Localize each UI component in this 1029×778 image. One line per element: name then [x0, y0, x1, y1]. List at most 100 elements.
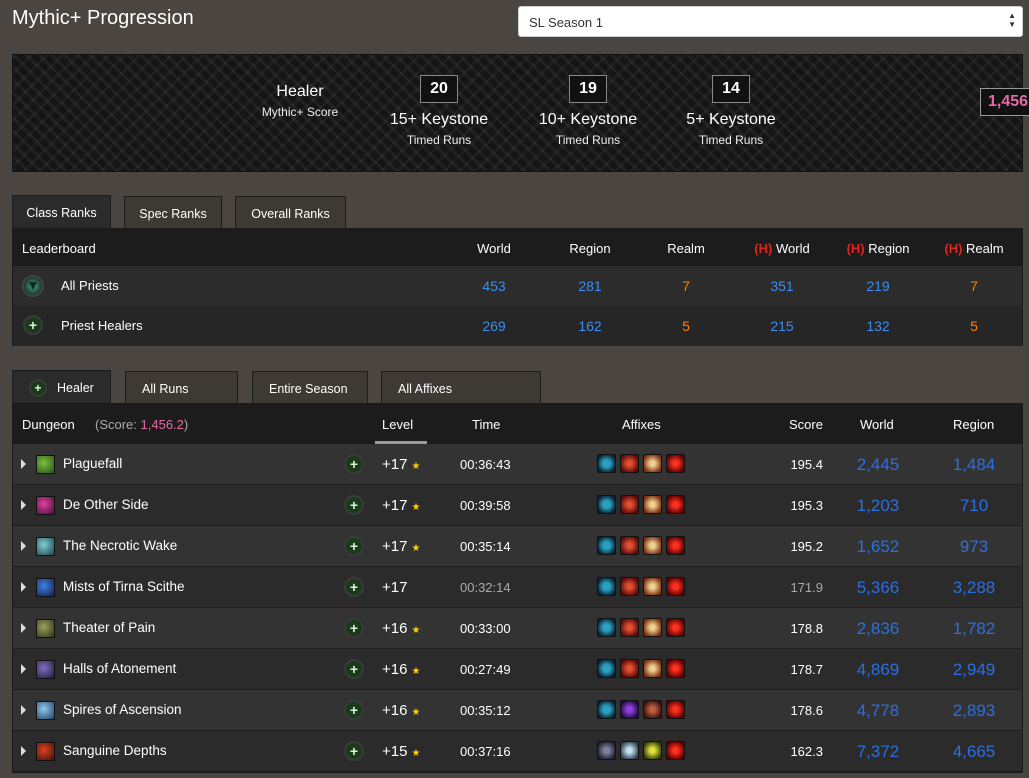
season-select[interactable]: SL Season 1 ▲ ▼	[518, 6, 1023, 37]
table-row[interactable]: Plaguefall + +17 ★ 00:36:43 195.4 2,445 1…	[13, 444, 1022, 485]
tab-all-runs[interactable]: All Runs	[125, 371, 238, 405]
explosive-icon[interactable]	[643, 618, 662, 637]
bolstering-icon[interactable]	[620, 495, 639, 514]
world-rank[interactable]: 4,778	[828, 701, 928, 721]
dungeon-name[interactable]: Plaguefall	[63, 456, 122, 471]
world-rank[interactable]: 269	[444, 318, 544, 334]
awakened-icon[interactable]	[666, 577, 685, 596]
region-rank[interactable]: 2,949	[924, 660, 1024, 680]
dungeon-name[interactable]: De Other Side	[63, 497, 149, 512]
world-rank[interactable]: 2,836	[828, 619, 928, 639]
fortified-icon[interactable]	[597, 577, 616, 596]
fortified-icon[interactable]	[597, 454, 616, 473]
tab-class-ranks[interactable]: Class Ranks	[12, 195, 111, 229]
awakened-icon[interactable]	[666, 454, 685, 473]
h-realm-rank[interactable]: 5	[924, 318, 1024, 334]
expand-caret-icon[interactable]	[21, 664, 26, 674]
row-label[interactable]: Priest Healers	[61, 318, 143, 333]
awakened-icon[interactable]	[666, 495, 685, 514]
table-row[interactable]: The Necrotic Wake + +17 ★ 00:35:14 195.2 …	[13, 526, 1022, 567]
row-label[interactable]: All Priests	[61, 278, 119, 293]
explosive-icon[interactable]	[643, 659, 662, 678]
explosive-icon[interactable]	[643, 495, 662, 514]
world-rank[interactable]: 5,366	[828, 578, 928, 598]
header-region[interactable]: Region	[953, 417, 994, 432]
world-rank[interactable]: 453	[444, 278, 544, 294]
world-rank[interactable]: 1,652	[828, 537, 928, 557]
table-row[interactable]: Theater of Pain + +16 ★ 00:33:00 178.8 2,…	[13, 608, 1022, 649]
region-rank[interactable]: 1,484	[924, 455, 1024, 475]
h-realm-rank[interactable]: 7	[924, 278, 1024, 294]
h-world-rank[interactable]: 215	[732, 318, 832, 334]
table-row[interactable]: Spires of Ascension + +16 ★ 00:35:12 178.…	[13, 690, 1022, 731]
tyrannical-icon[interactable]	[597, 741, 616, 760]
dungeon-name[interactable]: Halls of Atonement	[63, 661, 176, 676]
region-rank[interactable]: 281	[540, 278, 640, 294]
dungeon-name[interactable]: The Necrotic Wake	[63, 538, 177, 553]
explosive-icon[interactable]	[643, 536, 662, 555]
dungeon-name[interactable]: Spires of Ascension	[63, 702, 182, 717]
fortified-icon[interactable]	[597, 618, 616, 637]
h-world-rank[interactable]: 351	[732, 278, 832, 294]
expand-caret-icon[interactable]	[21, 582, 26, 592]
tab-entire-season[interactable]: Entire Season	[252, 371, 368, 405]
awakened-icon[interactable]	[666, 700, 685, 719]
bolstering-icon[interactable]	[620, 659, 639, 678]
expand-caret-icon[interactable]	[21, 746, 26, 756]
inspiring-icon[interactable]	[620, 741, 639, 760]
header-time[interactable]: Time	[472, 417, 500, 432]
h-region-rank[interactable]: 132	[828, 318, 928, 334]
tab-healer[interactable]: + Healer	[12, 370, 111, 404]
fortified-icon[interactable]	[597, 495, 616, 514]
leaderboard-row-priest-healers[interactable]: + Priest Healers 269 162 5 215 132 5	[13, 306, 1022, 346]
table-row[interactable]: Sanguine Depths + +15 ★ 00:37:16 162.3 7,…	[13, 731, 1022, 772]
awakened-icon[interactable]	[666, 618, 685, 637]
tab-all-affixes[interactable]: All Affixes	[381, 371, 541, 405]
leaderboard-row-all-priests[interactable]: All Priests 453 281 7 351 219 7	[13, 266, 1022, 306]
awakened-icon[interactable]	[666, 536, 685, 555]
fortified-icon[interactable]	[597, 700, 616, 719]
region-rank[interactable]: 4,665	[924, 742, 1024, 762]
realm-rank[interactable]: 5	[636, 318, 736, 334]
dungeon-name[interactable]: Sanguine Depths	[63, 743, 167, 758]
world-rank[interactable]: 7,372	[828, 742, 928, 762]
fortified-icon[interactable]	[597, 659, 616, 678]
expand-caret-icon[interactable]	[21, 500, 26, 510]
region-rank[interactable]: 710	[924, 496, 1024, 516]
dungeon-name[interactable]: Mists of Tirna Scithe	[63, 579, 185, 594]
bolstering-icon[interactable]	[620, 454, 639, 473]
region-rank[interactable]: 973	[924, 537, 1024, 557]
header-level[interactable]: Level	[382, 417, 413, 432]
bolstering-icon[interactable]	[620, 618, 639, 637]
awakened-icon[interactable]	[666, 741, 685, 760]
region-rank[interactable]: 1,782	[924, 619, 1024, 639]
expand-caret-icon[interactable]	[21, 705, 26, 715]
explosive-icon[interactable]	[643, 577, 662, 596]
fortified-icon[interactable]	[597, 536, 616, 555]
bolstering-icon[interactable]	[620, 536, 639, 555]
world-rank[interactable]: 1,203	[828, 496, 928, 516]
header-score[interactable]: Score	[789, 417, 823, 432]
header-world[interactable]: World	[860, 417, 894, 432]
expand-caret-icon[interactable]	[21, 541, 26, 551]
h-region-rank[interactable]: 219	[828, 278, 928, 294]
bolstering-icon[interactable]	[620, 577, 639, 596]
awakened-icon[interactable]	[666, 659, 685, 678]
region-rank[interactable]: 2,893	[924, 701, 1024, 721]
realm-rank[interactable]: 7	[636, 278, 736, 294]
spiteful-icon[interactable]	[620, 700, 639, 719]
explosive-icon[interactable]	[643, 454, 662, 473]
region-rank[interactable]: 3,288	[924, 578, 1024, 598]
world-rank[interactable]: 4,869	[828, 660, 928, 680]
world-rank[interactable]: 2,445	[828, 455, 928, 475]
expand-caret-icon[interactable]	[21, 623, 26, 633]
table-row[interactable]: De Other Side + +17 ★ 00:39:58 195.3 1,20…	[13, 485, 1022, 526]
dungeon-name[interactable]: Theater of Pain	[63, 620, 155, 635]
table-row[interactable]: Halls of Atonement + +16 ★ 00:27:49 178.7…	[13, 649, 1022, 690]
tab-overall-ranks[interactable]: Overall Ranks	[235, 196, 346, 230]
header-dungeon[interactable]: Dungeon	[22, 417, 75, 432]
grievous-icon[interactable]	[643, 700, 662, 719]
tab-spec-ranks[interactable]: Spec Ranks	[124, 196, 222, 230]
necrotic-icon[interactable]	[643, 741, 662, 760]
table-row[interactable]: Mists of Tirna Scithe + +17 00:32:14 171…	[13, 567, 1022, 608]
